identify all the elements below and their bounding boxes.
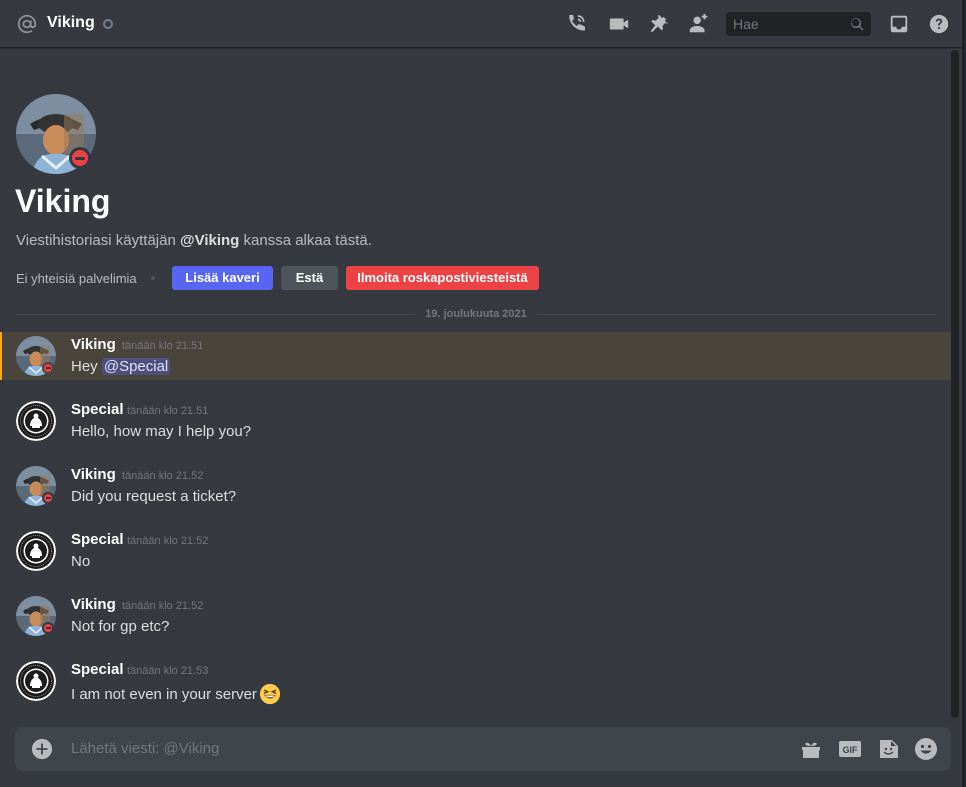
desc-user: @Viking bbox=[179, 232, 240, 249]
message-item[interactable]: Viking tänään klo 21.52 Not for gp etc? bbox=[0, 592, 951, 640]
author-name[interactable]: Viking bbox=[71, 466, 116, 483]
status-idle-icon bbox=[103, 19, 113, 29]
message-timestamp: tänään klo 21.53 bbox=[127, 665, 209, 677]
gift-icon[interactable] bbox=[799, 737, 823, 761]
message-content: Hello, how may I help you? bbox=[71, 423, 251, 440]
profile-name: Viking bbox=[15, 183, 111, 219]
message-text: Not for gp etc? bbox=[71, 618, 170, 635]
author-avatar[interactable] bbox=[16, 531, 56, 571]
author-name[interactable]: Viking bbox=[71, 336, 116, 353]
search-input[interactable]: Hae bbox=[726, 12, 871, 36]
add-friend-button[interactable]: Lisää kaveri bbox=[172, 266, 273, 290]
window-edge bbox=[962, 0, 966, 787]
message-item[interactable]: Viking tänään klo 21.52 Did you request a … bbox=[0, 462, 951, 510]
at-icon bbox=[17, 14, 37, 34]
pinned-messages-icon[interactable] bbox=[648, 13, 670, 35]
emoji-icon[interactable] bbox=[914, 737, 938, 761]
channel-title: Viking bbox=[47, 14, 95, 31]
gif-icon[interactable]: GIF bbox=[838, 737, 862, 761]
sticker-icon[interactable] bbox=[877, 737, 901, 761]
inbox-icon[interactable] bbox=[888, 13, 910, 35]
message-content: I am not even in your server bbox=[71, 683, 281, 705]
separator-dot bbox=[151, 276, 155, 280]
message-text: Hello, how may I help you? bbox=[71, 423, 252, 440]
dnd-status-icon bbox=[42, 362, 54, 374]
author-name[interactable]: Special bbox=[71, 401, 124, 418]
channel-header: Viking Hae bbox=[0, 0, 966, 48]
author-name[interactable]: Viking bbox=[71, 596, 116, 613]
message-timestamp: tänään klo 21.52 bbox=[122, 470, 204, 482]
upload-plus-icon[interactable] bbox=[31, 738, 53, 760]
message-composer[interactable]: Lähetä viesti: @Viking GIF bbox=[15, 727, 951, 771]
message-timestamp: tänään klo 21.51 bbox=[127, 405, 209, 417]
dnd-status-icon bbox=[42, 622, 54, 634]
author-avatar[interactable] bbox=[16, 661, 56, 701]
message-item[interactable]: Special tänään klo 21.51 Hello, how may I … bbox=[0, 397, 951, 445]
help-icon[interactable] bbox=[928, 13, 950, 35]
message-item[interactable]: Special tänään klo 21.52 No bbox=[0, 527, 951, 575]
user-mention[interactable]: @Special bbox=[101, 358, 171, 375]
dm-start-description: Viestihistoriasi käyttäjän @Viking kanss… bbox=[16, 232, 372, 249]
svg-text:GIF: GIF bbox=[843, 745, 859, 755]
grinning-squinting-face-icon[interactable] bbox=[259, 683, 281, 705]
author-avatar[interactable] bbox=[16, 401, 56, 441]
start-video-call-icon[interactable] bbox=[608, 13, 630, 35]
author-name[interactable]: Special bbox=[71, 661, 124, 678]
scrollbar[interactable] bbox=[951, 50, 959, 718]
desc-suffix: kanssa alkaa tästä. bbox=[239, 232, 372, 249]
add-friends-to-dm-icon[interactable] bbox=[688, 13, 710, 35]
message-content: Did you request a ticket? bbox=[71, 488, 236, 505]
message-text: Hey bbox=[71, 358, 102, 375]
search-icon bbox=[851, 18, 864, 31]
message-timestamp: tänään klo 21.52 bbox=[127, 535, 209, 547]
block-button[interactable]: Estä bbox=[281, 266, 338, 290]
message-content: No bbox=[71, 553, 90, 570]
divider-line-right bbox=[537, 314, 936, 315]
search-placeholder: Hae bbox=[733, 16, 759, 32]
message-content: Not for gp etc? bbox=[71, 618, 169, 635]
scrollbar-thumb[interactable] bbox=[951, 50, 959, 718]
message-content: Hey @Special bbox=[71, 358, 171, 375]
start-voice-call-icon[interactable] bbox=[567, 13, 589, 35]
divider-line-left bbox=[16, 314, 415, 315]
message-text: I am not even in your server bbox=[71, 686, 257, 703]
message-input-placeholder[interactable]: Lähetä viesti: @Viking bbox=[71, 740, 219, 757]
desc-prefix: Viestihistoriasi käyttäjän bbox=[16, 232, 180, 249]
message-item[interactable]: Special tänään klo 21.53 I am not even in … bbox=[0, 657, 951, 705]
message-item[interactable]: Viking tänään klo 21.51 Hey @Special bbox=[0, 332, 951, 380]
author-name[interactable]: Special bbox=[71, 531, 124, 548]
mutual-servers-text: Ei yhteisiä palvelimia bbox=[16, 271, 137, 286]
message-text: No bbox=[71, 553, 91, 570]
message-timestamp: tänään klo 21.51 bbox=[122, 340, 204, 352]
message-text: Did you request a ticket? bbox=[71, 488, 237, 505]
dnd-status-icon bbox=[42, 492, 54, 504]
date-divider: 19. joulukuuta 2021 bbox=[425, 308, 527, 320]
report-spam-button[interactable]: Ilmoita roskapostiviesteistä bbox=[346, 266, 539, 290]
dnd-status-icon bbox=[69, 147, 91, 169]
message-timestamp: tänään klo 21.52 bbox=[122, 600, 204, 612]
